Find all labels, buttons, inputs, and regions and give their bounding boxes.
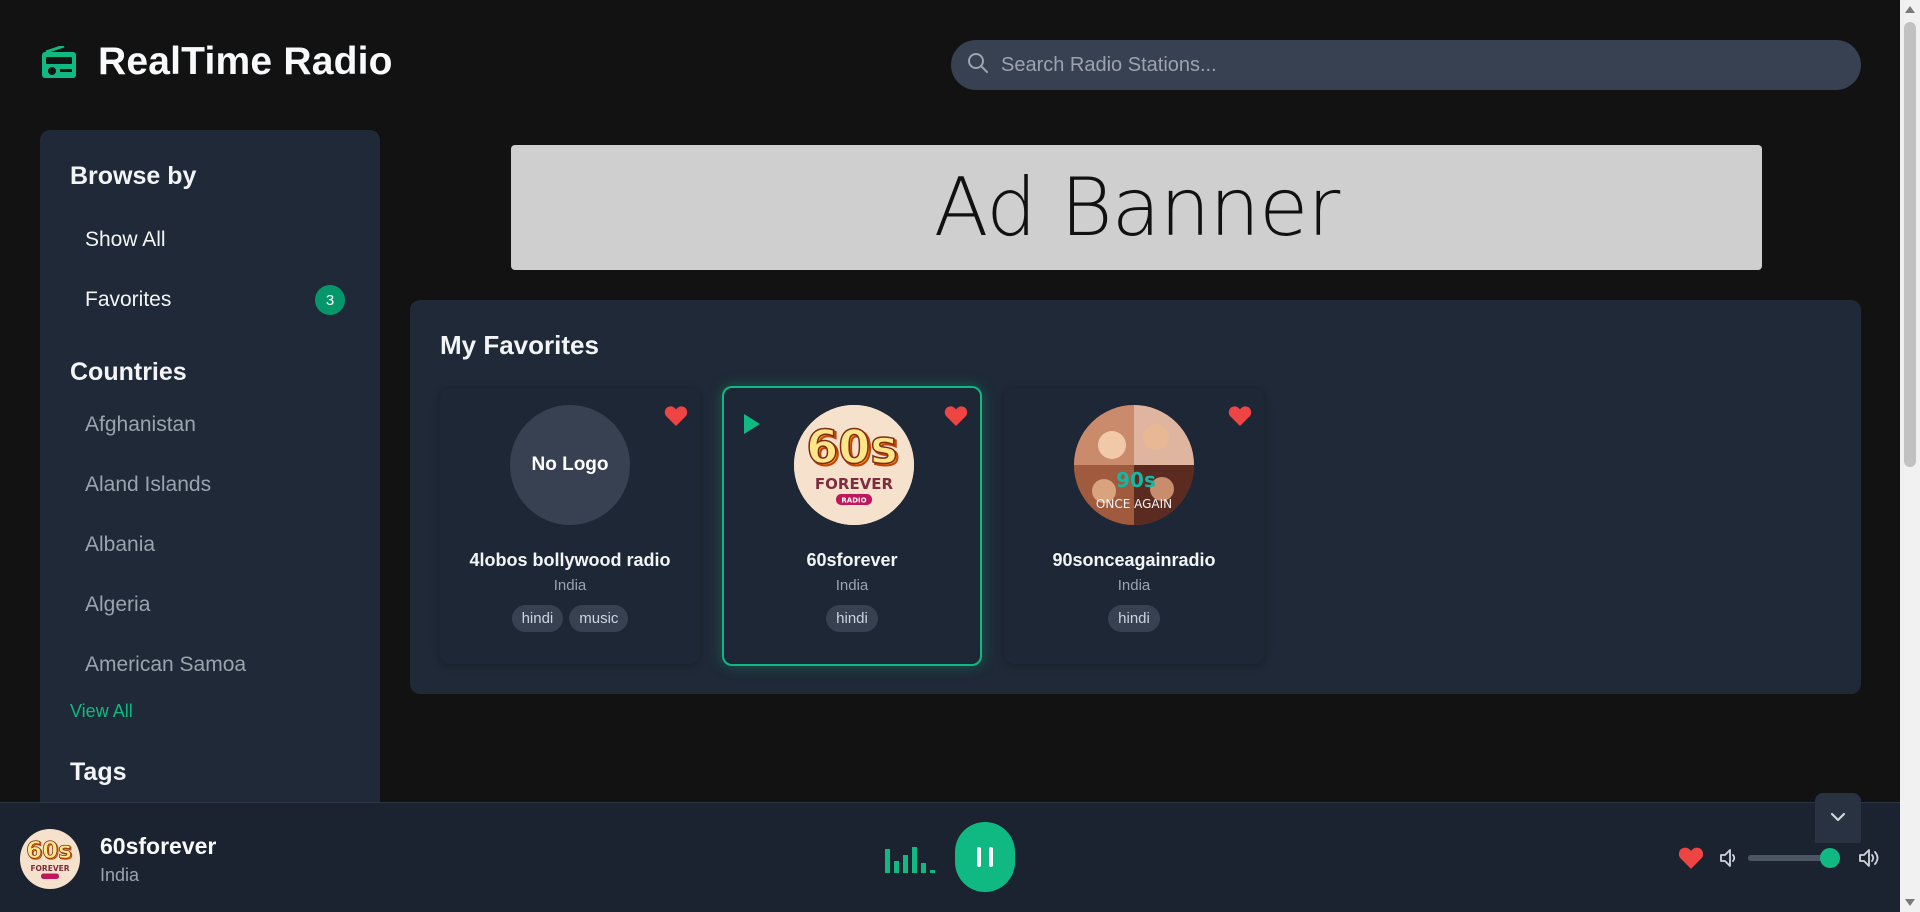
station-name: 4lobos bollywood radio bbox=[469, 550, 671, 570]
sidebar-item-albania[interactable]: Albania bbox=[70, 523, 360, 567]
svg-text:90s: 90s bbox=[1116, 468, 1156, 492]
ad-banner-text: Ad Banner bbox=[933, 161, 1340, 254]
sixties-forever-logo-icon: 60s 60s FOREVER bbox=[20, 829, 80, 889]
pause-icon bbox=[977, 847, 981, 867]
sixties-forever-logo-icon: 60s 60s FOREVER RADIO bbox=[794, 405, 914, 525]
pause-button[interactable] bbox=[955, 822, 1015, 892]
station-name: 60sforever bbox=[806, 550, 898, 570]
station-name: 90sonceagainradio bbox=[1052, 550, 1216, 570]
scroll-down-arrow-icon[interactable] bbox=[1905, 899, 1915, 906]
sidebar-item-american-samoa[interactable]: American Samoa bbox=[70, 643, 360, 687]
station-country: India bbox=[553, 577, 587, 594]
svg-text:FOREVER: FOREVER bbox=[30, 864, 69, 873]
volume-low-icon[interactable] bbox=[1718, 847, 1740, 869]
heart-icon[interactable] bbox=[1678, 846, 1704, 870]
view-all-countries-link[interactable]: View All bbox=[70, 701, 133, 722]
pause-icon bbox=[989, 847, 993, 867]
scrollbar-thumb[interactable] bbox=[1904, 22, 1916, 467]
station-logo: No Logo bbox=[510, 405, 630, 525]
sidebar-item-label: Algeria bbox=[85, 593, 151, 616]
header: RealTime Radio bbox=[0, 0, 1900, 130]
sidebar-item-show-all[interactable]: Show All bbox=[70, 218, 360, 262]
sidebar-item-label: Show All bbox=[85, 228, 166, 251]
now-playing-logo: 60s 60s FOREVER bbox=[20, 829, 80, 889]
ad-banner[interactable]: Ad Banner bbox=[511, 145, 1762, 270]
tag-chip[interactable]: music bbox=[569, 605, 629, 632]
search-bar bbox=[951, 40, 1861, 90]
svg-text:ONCE AGAIN: ONCE AGAIN bbox=[1096, 497, 1172, 511]
page-scrollbar[interactable] bbox=[1900, 0, 1920, 912]
volume-slider-fill bbox=[1748, 855, 1830, 861]
equalizer-icon bbox=[885, 843, 937, 873]
now-playing-country: India bbox=[100, 865, 140, 885]
heart-icon[interactable] bbox=[1228, 405, 1252, 427]
sidebar: Browse by Show All Favorites 3 Countries… bbox=[40, 130, 380, 805]
sidebar-item-algeria[interactable]: Algeria bbox=[70, 583, 360, 627]
sidebar-item-label: Favorites bbox=[85, 288, 172, 311]
player-bar: 60s 60s FOREVER 60sforever India bbox=[0, 793, 1900, 912]
volume-slider[interactable] bbox=[1748, 848, 1840, 868]
heart-icon[interactable] bbox=[944, 405, 968, 427]
volume-high-icon[interactable] bbox=[1858, 847, 1882, 869]
sidebar-item-label: Aland Islands bbox=[85, 473, 212, 496]
countries-heading: Countries bbox=[70, 358, 187, 386]
station-logo: 60s 60s FOREVER RADIO bbox=[794, 405, 914, 525]
volume-slider-thumb[interactable] bbox=[1820, 848, 1840, 868]
station-card-active[interactable]: 60s 60s FOREVER RADIO 60sforever India h… bbox=[722, 386, 982, 666]
radio-icon bbox=[42, 44, 76, 78]
station-tags: hindi bbox=[1004, 605, 1264, 632]
search-icon bbox=[967, 52, 989, 79]
sidebar-item-aland-islands[interactable]: Aland Islands bbox=[70, 463, 360, 507]
sidebar-item-favorites[interactable]: Favorites 3 bbox=[70, 278, 360, 322]
station-tags: hindi music bbox=[440, 605, 700, 632]
favorites-count-badge: 3 bbox=[315, 285, 345, 315]
svg-text:RADIO: RADIO bbox=[841, 497, 866, 505]
station-card[interactable]: No Logo 4lobos bollywood radio India hin… bbox=[440, 388, 700, 664]
sidebar-item-label: American Samoa bbox=[85, 653, 247, 676]
svg-text:FOREVER: FOREVER bbox=[815, 475, 894, 493]
svg-text:60s: 60s bbox=[806, 420, 897, 474]
sidebar-item-label: Albania bbox=[85, 533, 156, 556]
no-logo-text: No Logo bbox=[531, 454, 609, 475]
collapse-player-button[interactable] bbox=[1815, 793, 1861, 843]
heart-icon[interactable] bbox=[664, 405, 688, 427]
station-logo: 90s ONCE AGAIN bbox=[1074, 405, 1194, 525]
svg-text:60s: 60s bbox=[26, 838, 72, 864]
tags-heading: Tags bbox=[70, 758, 127, 786]
station-country: India bbox=[835, 577, 869, 594]
chevron-down-icon bbox=[1830, 809, 1846, 827]
play-icon[interactable] bbox=[744, 414, 760, 434]
station-card[interactable]: 90s ONCE AGAIN 90sonceagainradio India h… bbox=[1004, 388, 1264, 664]
tag-chip[interactable]: hindi bbox=[511, 605, 564, 632]
sidebar-item-label: Afghanistan bbox=[85, 413, 196, 436]
brand[interactable]: RealTime Radio bbox=[42, 40, 393, 84]
nineties-once-again-logo-icon: 90s ONCE AGAIN bbox=[1074, 405, 1194, 525]
scroll-up-arrow-icon[interactable] bbox=[1905, 6, 1915, 13]
search-input[interactable] bbox=[1001, 53, 1841, 77]
tag-chip[interactable]: hindi bbox=[1108, 605, 1160, 632]
favorites-title: My Favorites bbox=[440, 330, 599, 360]
browse-heading: Browse by bbox=[70, 162, 197, 190]
station-country: India bbox=[1117, 577, 1151, 594]
favorites-panel: My Favorites No Logo 4lobos bollywood ra… bbox=[410, 300, 1861, 694]
tag-chip[interactable]: hindi bbox=[826, 605, 878, 632]
now-playing-station: 60sforever bbox=[100, 833, 217, 859]
app-title: RealTime Radio bbox=[98, 40, 393, 83]
sidebar-item-afghanistan[interactable]: Afghanistan bbox=[70, 403, 360, 447]
station-tags: hindi bbox=[724, 605, 980, 632]
